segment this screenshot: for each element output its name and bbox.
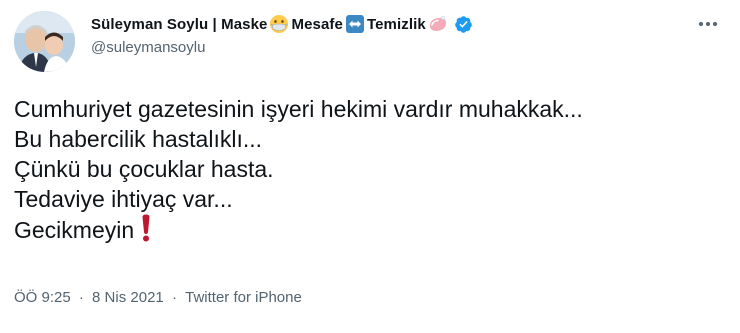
display-name-row[interactable]: Süleyman Soylu | Maske Mesafe Temizlik [91,13,680,35]
tweet-line-5-text: Gecikmeyin [14,217,135,243]
verified-badge-icon [454,15,473,34]
soap-emoji-icon [428,14,448,34]
tweet-time[interactable]: ÖÖ 9:25 [14,289,71,306]
meta-separator: · [171,289,177,306]
red-exclamation-emoji-icon [140,214,152,249]
avatar-photo [14,11,75,72]
tweet-date[interactable]: 8 Nis 2021 [92,289,164,306]
display-name-part-2: Mesafe [291,15,343,33]
left-right-arrow-emoji-icon [345,14,365,34]
user-handle[interactable]: @suleymansoylu [91,39,680,56]
display-name-part-3: Temizlik [366,15,426,33]
tweet-line-1: Cumhuriyet gazetesinin işyeri hekimi var… [14,96,583,122]
mask-emoji-icon [269,14,289,34]
tweet-source[interactable]: Twitter for iPhone [185,289,302,306]
tweet-header: Süleyman Soylu | Maske Mesafe Temizlik @… [91,13,680,56]
display-name-part-1: Süleyman Soylu | Maske [91,15,268,33]
tweet-line-3: Çünkü bu çocuklar hasta. [14,156,274,182]
more-options-icon [699,22,717,26]
avatar[interactable] [14,11,75,72]
tweet-card: Süleyman Soylu | Maske Mesafe Temizlik @… [0,0,740,333]
tweet-line-5: Gecikmeyin [14,214,726,249]
tweet-line-2: Bu habercilik hastalıklı... [14,126,263,152]
tweet-text: Cumhuriyet gazetesinin işyeri hekimi var… [14,94,726,249]
tweet-metadata: ÖÖ 9:25 · 8 Nis 2021 · Twitter for iPhon… [14,289,302,306]
tweet-line-4: Tedaviye ihtiyaç var... [14,186,233,212]
meta-separator: · [78,289,84,306]
more-options-button[interactable] [694,14,722,34]
